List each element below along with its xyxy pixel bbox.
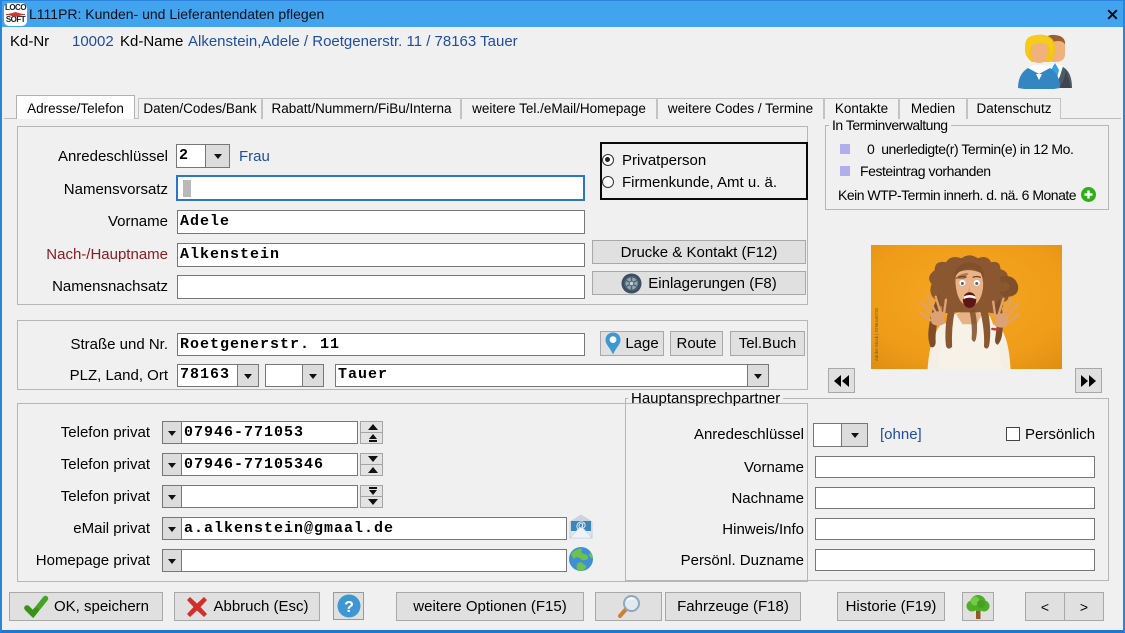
svg-text:Adobe Stock | #298448720: Adobe Stock | #298448720 xyxy=(874,307,879,361)
svg-text:?: ? xyxy=(344,599,354,616)
